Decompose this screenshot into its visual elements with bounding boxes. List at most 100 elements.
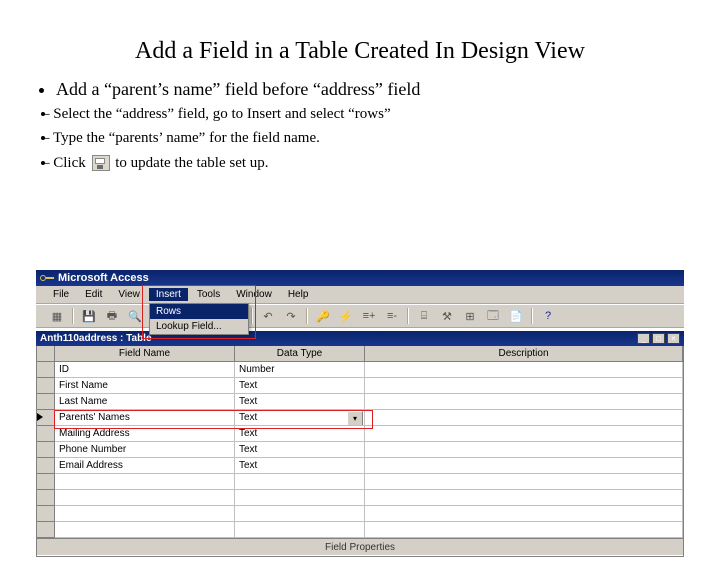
field-name-cell[interactable]: ID	[55, 362, 235, 378]
insert-rows-icon[interactable]: ≡+	[358, 306, 380, 326]
table-row[interactable]: Parents' NamesText▾	[37, 410, 683, 426]
data-type-cell[interactable]: Number	[235, 362, 365, 378]
row-selector[interactable]	[37, 522, 55, 538]
menu-view[interactable]: View	[111, 288, 147, 301]
field-name-cell[interactable]	[55, 522, 235, 538]
description-cell[interactable]	[365, 426, 683, 442]
grid-view-icon[interactable]: ▦	[46, 306, 68, 326]
new-object-icon[interactable]: 📄	[505, 306, 527, 326]
data-type-cell[interactable]: Text	[235, 442, 365, 458]
table-row[interactable]	[37, 474, 683, 490]
row-selector[interactable]	[37, 474, 55, 490]
insert-rows-item[interactable]: Rows	[150, 304, 248, 319]
child-window-titlebar: Anth110address : Table _ □ ×	[36, 331, 684, 346]
row-selector[interactable]	[37, 442, 55, 458]
description-cell[interactable]	[365, 378, 683, 394]
row-selector[interactable]	[37, 506, 55, 522]
table-row[interactable]: Phone NumberText	[37, 442, 683, 458]
sub-bullet-1: Select the “address” field, go to Insert…	[56, 104, 690, 124]
field-name-cell[interactable]	[55, 474, 235, 490]
undo-icon[interactable]: ↶	[257, 306, 279, 326]
data-type-cell[interactable]: Text	[235, 378, 365, 394]
description-cell[interactable]	[365, 474, 683, 490]
row-selector[interactable]	[37, 426, 55, 442]
data-type-cell[interactable]: Text▾	[235, 410, 365, 426]
row-selector[interactable]	[37, 490, 55, 506]
table-row[interactable]: Mailing AddressText	[37, 426, 683, 442]
description-cell[interactable]	[365, 410, 683, 426]
table-row[interactable]	[37, 490, 683, 506]
menu-edit[interactable]: Edit	[78, 288, 109, 301]
help-icon[interactable]: ?	[537, 306, 559, 326]
minimize-button[interactable]: _	[637, 333, 650, 344]
table-row[interactable]: IDNumber	[37, 362, 683, 378]
properties-icon[interactable]: ⌸	[413, 306, 435, 326]
description-cell[interactable]	[365, 394, 683, 410]
indexes-icon[interactable]: ⚡	[335, 306, 357, 326]
field-name-cell[interactable]: Last Name	[55, 394, 235, 410]
description-cell[interactable]	[365, 442, 683, 458]
menu-tools[interactable]: Tools	[190, 288, 227, 301]
redo-icon[interactable]: ↷	[280, 306, 302, 326]
field-name-cell[interactable]: First Name	[55, 378, 235, 394]
row-selector[interactable]	[37, 362, 55, 378]
separator	[531, 308, 533, 324]
menu-help[interactable]: Help	[281, 288, 316, 301]
field-name-cell[interactable]: Email Address	[55, 458, 235, 474]
window-controls: _ □ ×	[637, 333, 680, 344]
data-type-cell[interactable]	[235, 490, 365, 506]
row-selector[interactable]	[37, 458, 55, 474]
preview-icon[interactable]: 🔍	[124, 306, 146, 326]
data-type-cell[interactable]	[235, 506, 365, 522]
separator	[72, 308, 74, 324]
table-row[interactable]	[37, 506, 683, 522]
field-name-cell[interactable]: Mailing Address	[55, 426, 235, 442]
field-name-cell[interactable]: Phone Number	[55, 442, 235, 458]
data-type-cell[interactable]: Text	[235, 426, 365, 442]
table-row[interactable]: First NameText	[37, 378, 683, 394]
sub-bullet-3-pre: Click	[53, 155, 86, 171]
field-name-cell[interactable]	[55, 506, 235, 522]
db-window-icon[interactable]: 🗔	[482, 306, 504, 326]
menu-insert[interactable]: Insert	[149, 288, 188, 301]
table-row[interactable]	[37, 522, 683, 538]
menu-file[interactable]: File	[46, 288, 76, 301]
row-selector[interactable]	[37, 394, 55, 410]
field-name-cell[interactable]: Parents' Names	[55, 410, 235, 426]
field-name-cell[interactable]	[55, 490, 235, 506]
table-row[interactable]: Email AddressText	[37, 458, 683, 474]
maximize-button[interactable]: □	[652, 333, 665, 344]
col-header-data-type[interactable]: Data Type	[235, 346, 365, 362]
data-type-cell[interactable]	[235, 474, 365, 490]
row-selector[interactable]	[37, 410, 55, 426]
select-all-corner[interactable]	[37, 346, 55, 362]
menu-window[interactable]: Window	[229, 288, 279, 301]
delete-rows-icon[interactable]: ≡-	[381, 306, 403, 326]
data-type-cell[interactable]: Text	[235, 458, 365, 474]
app-titlebar: Microsoft Access	[36, 270, 684, 286]
description-cell[interactable]	[365, 490, 683, 506]
primary-key-icon[interactable]: 🔑	[312, 306, 334, 326]
description-cell[interactable]	[365, 522, 683, 538]
col-header-field-name[interactable]: Field Name	[55, 346, 235, 362]
data-type-cell[interactable]: Text	[235, 394, 365, 410]
insert-lookup-field-item[interactable]: Lookup Field...	[150, 319, 248, 334]
col-header-description[interactable]: Description	[365, 346, 683, 362]
relationships-icon[interactable]: ⊞	[459, 306, 481, 326]
print-icon[interactable]: 🖶	[101, 306, 123, 326]
app-title: Microsoft Access	[58, 272, 149, 284]
table-row[interactable]: Last NameText	[37, 394, 683, 410]
main-bullet: Add a “parent’s name” field before “addr…	[56, 79, 690, 100]
design-grid: Field Name Data Type Description IDNumbe…	[36, 346, 684, 557]
sub-bullet-2: Type the “parents’ name” for the field n…	[56, 128, 690, 148]
build-icon[interactable]: ⚒	[436, 306, 458, 326]
data-type-cell[interactable]	[235, 522, 365, 538]
access-key-icon	[40, 272, 54, 284]
description-cell[interactable]	[365, 458, 683, 474]
close-button[interactable]: ×	[667, 333, 680, 344]
description-cell[interactable]	[365, 506, 683, 522]
description-cell[interactable]	[365, 362, 683, 378]
row-selector[interactable]	[37, 378, 55, 394]
data-type-dropdown-button[interactable]: ▾	[347, 411, 363, 426]
save-icon[interactable]: 💾	[78, 306, 100, 326]
